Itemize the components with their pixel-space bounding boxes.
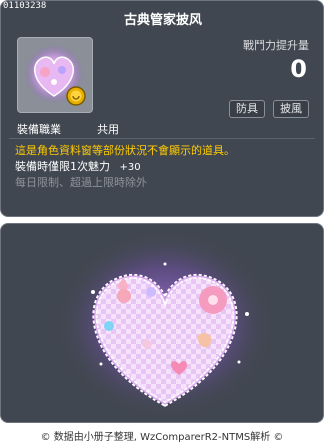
item-title: 古典管家披风 <box>123 13 202 28</box>
limit-text: 每日限制、超過上限時除外 <box>15 176 147 189</box>
divider <box>9 138 315 139</box>
charm-label: 裝備時僅限1次魅力 <box>15 160 110 173</box>
charm-line: 裝備時僅限1次魅力 +30 <box>15 158 141 174</box>
warning-text: 這是角色資料窗等部份狀況不會顯示的道具。 <box>15 144 235 157</box>
power-value: 0 <box>290 55 307 83</box>
job-label: 裝備職業 <box>17 123 61 136</box>
item-tooltip: 01103238 古典管家披风 戰鬥力提升量 0 防具 披風 裝備職業 共用 這… <box>0 0 324 217</box>
tag-armor: 防具 <box>229 100 265 118</box>
heart-cape-preview <box>0 223 324 423</box>
job-value: 共用 <box>97 123 119 136</box>
charm-value: +30 <box>119 162 141 173</box>
power-label: 戰鬥力提升量 <box>243 39 309 52</box>
tag-cape: 披風 <box>273 100 309 118</box>
footer-credit: © 数据由小册子整理, WzComparerR2-NTMS解析 © <box>40 432 284 443</box>
heart-cape-icon <box>17 37 93 113</box>
